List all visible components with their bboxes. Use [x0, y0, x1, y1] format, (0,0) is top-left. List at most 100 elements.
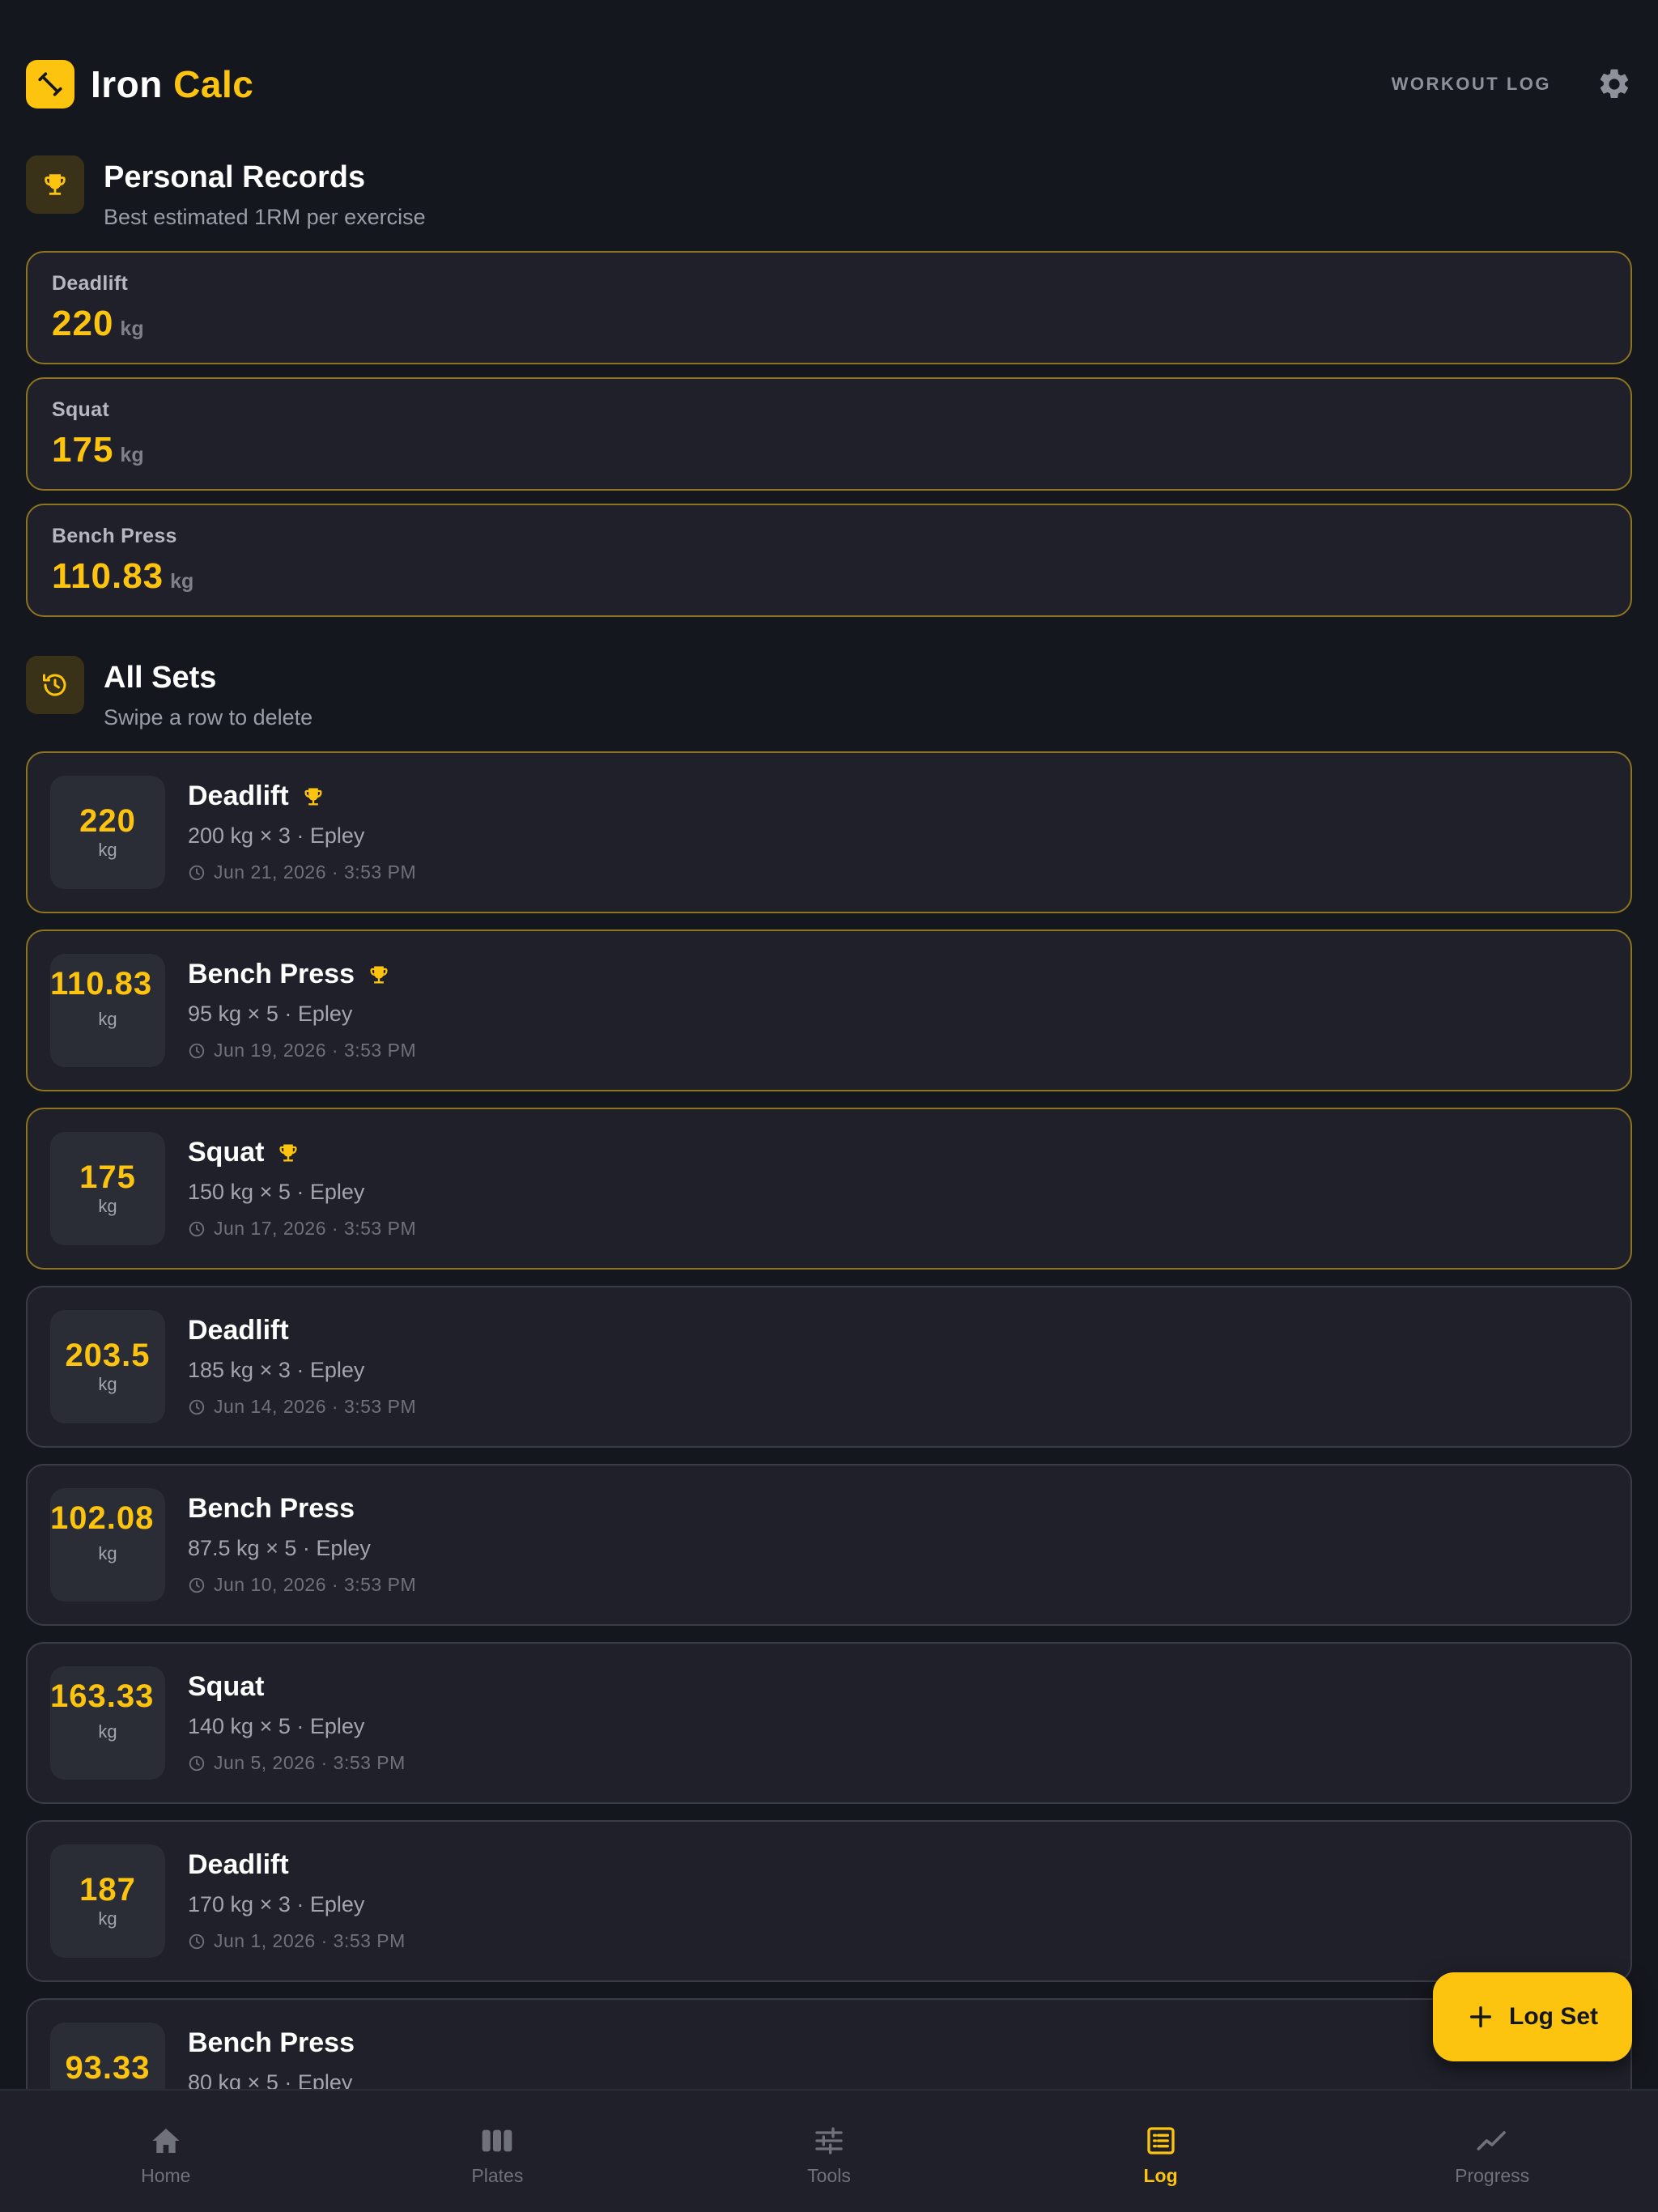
- pr-unit: kg: [120, 444, 144, 466]
- trophy-icon: [45, 174, 66, 195]
- nav-item-progress[interactable]: Progress: [1326, 2091, 1658, 2212]
- set-date: Jun 5, 2026 · 3:53 PM: [214, 1752, 406, 1773]
- all-sets-header: All Sets Swipe a row to delete: [26, 656, 1632, 730]
- pr-value: 110.83: [52, 556, 164, 596]
- set-date-row: Jun 17, 2026 · 3:53 PM: [188, 1218, 1606, 1240]
- one-rm-unit: kg: [98, 1374, 117, 1394]
- pr-unit: kg: [120, 317, 144, 340]
- set-row[interactable]: 187 kg Deadlift 170 kg × 3 · Epley Jun 1…: [26, 1820, 1632, 1982]
- clock-icon: [188, 1398, 206, 1416]
- pr-value-row: 110.83 kg: [52, 556, 1606, 597]
- list-icon: [1143, 2123, 1179, 2159]
- section-icon-badge: [26, 656, 84, 714]
- dumbbell-icon: [38, 72, 62, 96]
- set-date-row: Jun 21, 2026 · 3:53 PM: [188, 861, 1606, 883]
- set-name-row: Bench Press: [188, 1493, 1606, 1525]
- pr-card-bench-press[interactable]: Bench Press 110.83 kg: [26, 504, 1632, 617]
- pr-exercise-name: Bench Press: [52, 525, 177, 547]
- set-detail: 170 kg × 3 · Epley: [188, 1892, 365, 1916]
- screen-label: WORKOUT LOG: [1391, 74, 1551, 94]
- history-icon: [43, 674, 66, 696]
- one-rm-box: 220 kg: [50, 776, 165, 889]
- log-set-button[interactable]: Log Set: [1433, 1972, 1632, 2061]
- plates-icon: [479, 2123, 515, 2159]
- set-name-row: Bench Press: [188, 959, 1606, 990]
- one-rm-unit: kg: [98, 1196, 117, 1216]
- app-root: Iron Calc WORKOUT LOG Personal Records B…: [0, 0, 1658, 2212]
- clock-icon: [188, 1220, 206, 1238]
- trend-icon: [1474, 2123, 1510, 2159]
- clock-icon: [188, 1933, 206, 1950]
- set-date: Jun 14, 2026 · 3:53 PM: [214, 1396, 417, 1417]
- app-title-iron: Iron: [91, 63, 163, 105]
- section-subtitle: Best estimated 1RM per exercise: [104, 205, 426, 229]
- section-subtitle: Swipe a row to delete: [104, 705, 313, 730]
- nav-label: Progress: [1455, 2165, 1530, 2186]
- nav-item-plates[interactable]: Plates: [332, 2091, 664, 2212]
- set-detail: 150 kg × 5 · Epley: [188, 1180, 365, 1204]
- set-date-row: Jun 5, 2026 · 3:53 PM: [188, 1752, 1606, 1774]
- pr-unit: kg: [170, 570, 194, 593]
- one-rm-value: 102.08: [50, 1500, 155, 1536]
- set-row[interactable]: 102.08 kg Bench Press 87.5 kg × 5 · Eple…: [26, 1464, 1632, 1626]
- exercise-name: Bench Press: [188, 959, 355, 989]
- set-date: Jun 10, 2026 · 3:53 PM: [214, 1574, 417, 1595]
- app-title: Iron Calc: [91, 62, 253, 106]
- one-rm-box: 102.08 kg: [50, 1488, 165, 1602]
- one-rm-unit: kg: [98, 840, 117, 860]
- one-rm-value: 220: [79, 803, 136, 839]
- pr-trophy-icon: [277, 1142, 300, 1164]
- set-row[interactable]: 110.83 kg Bench Press 95 kg × 5 · Epley …: [26, 929, 1632, 1091]
- sliders-icon: [811, 2123, 847, 2159]
- set-row[interactable]: 175 kg Squat 150 kg × 5 · Epley Jun 17, …: [26, 1108, 1632, 1270]
- pr-card-deadlift[interactable]: Deadlift 220 kg: [26, 251, 1632, 364]
- set-row[interactable]: 203.5 kg Deadlift 185 kg × 3 · Epley Jun…: [26, 1286, 1632, 1448]
- set-detail: 140 kg × 5 · Epley: [188, 1714, 365, 1738]
- set-date-row: Jun 1, 2026 · 3:53 PM: [188, 1930, 1606, 1952]
- settings-button[interactable]: [1596, 66, 1632, 102]
- one-rm-value: 110.83: [50, 966, 153, 1002]
- set-row[interactable]: 220 kg Deadlift 200 kg × 3 · Epley Jun 2…: [26, 751, 1632, 913]
- one-rm-value: 93.33: [65, 2050, 151, 2086]
- one-rm-value: 175: [79, 1159, 136, 1195]
- log-set-label: Log Set: [1509, 2003, 1598, 2030]
- app-header: Iron Calc WORKOUT LOG: [26, 58, 1632, 110]
- set-name-row: Squat: [188, 1671, 1606, 1703]
- set-detail: 200 kg × 3 · Epley: [188, 823, 365, 848]
- set-info: Deadlift 185 kg × 3 · Epley Jun 14, 2026…: [188, 1315, 1606, 1418]
- pr-value-row: 220 kg: [52, 304, 1606, 344]
- set-date: Jun 1, 2026 · 3:53 PM: [214, 1930, 406, 1951]
- set-info: Bench Press 87.5 kg × 5 · Epley Jun 10, …: [188, 1493, 1606, 1596]
- nav-item-home[interactable]: Home: [0, 2091, 332, 2212]
- set-info: Deadlift 200 kg × 3 · Epley Jun 21, 2026…: [188, 781, 1606, 883]
- set-detail: 95 kg × 5 · Epley: [188, 1002, 353, 1026]
- pr-value: 220: [52, 304, 114, 343]
- section-title: Personal Records: [104, 160, 366, 194]
- set-date-row: Jun 10, 2026 · 3:53 PM: [188, 1574, 1606, 1596]
- one-rm-value: 163.33: [50, 1678, 155, 1714]
- exercise-name: Deadlift: [188, 1315, 289, 1346]
- set-date-row: Jun 14, 2026 · 3:53 PM: [188, 1396, 1606, 1418]
- set-name-row: Deadlift: [188, 781, 1606, 812]
- set-date: Jun 19, 2026 · 3:53 PM: [214, 1040, 417, 1061]
- nav-label: Log: [1143, 2165, 1178, 2186]
- one-rm-box: 175 kg: [50, 1132, 165, 1245]
- set-date: Jun 17, 2026 · 3:53 PM: [214, 1218, 417, 1239]
- set-info: Squat 140 kg × 5 · Epley Jun 5, 2026 · 3…: [188, 1671, 1606, 1774]
- one-rm-box: 187 kg: [50, 1844, 165, 1958]
- set-row[interactable]: 163.33 kg Squat 140 kg × 5 · Epley Jun 5…: [26, 1642, 1632, 1804]
- pr-value: 175: [52, 430, 114, 470]
- pr-trophy-icon: [368, 963, 390, 986]
- nav-item-tools[interactable]: Tools: [663, 2091, 995, 2212]
- logo-badge: [26, 60, 74, 108]
- pr-card-squat[interactable]: Squat 175 kg: [26, 377, 1632, 491]
- section-text: All Sets Swipe a row to delete: [104, 656, 312, 730]
- exercise-name: Bench Press: [188, 2027, 355, 2058]
- home-icon: [148, 2123, 184, 2159]
- plus-icon: [1467, 2003, 1494, 2031]
- set-date-row: Jun 19, 2026 · 3:53 PM: [188, 1040, 1606, 1061]
- exercise-name: Squat: [188, 1137, 265, 1168]
- one-rm-value: 203.5: [65, 1338, 151, 1373]
- one-rm-box: 110.83 kg: [50, 954, 165, 1067]
- nav-item-log[interactable]: Log: [995, 2091, 1327, 2212]
